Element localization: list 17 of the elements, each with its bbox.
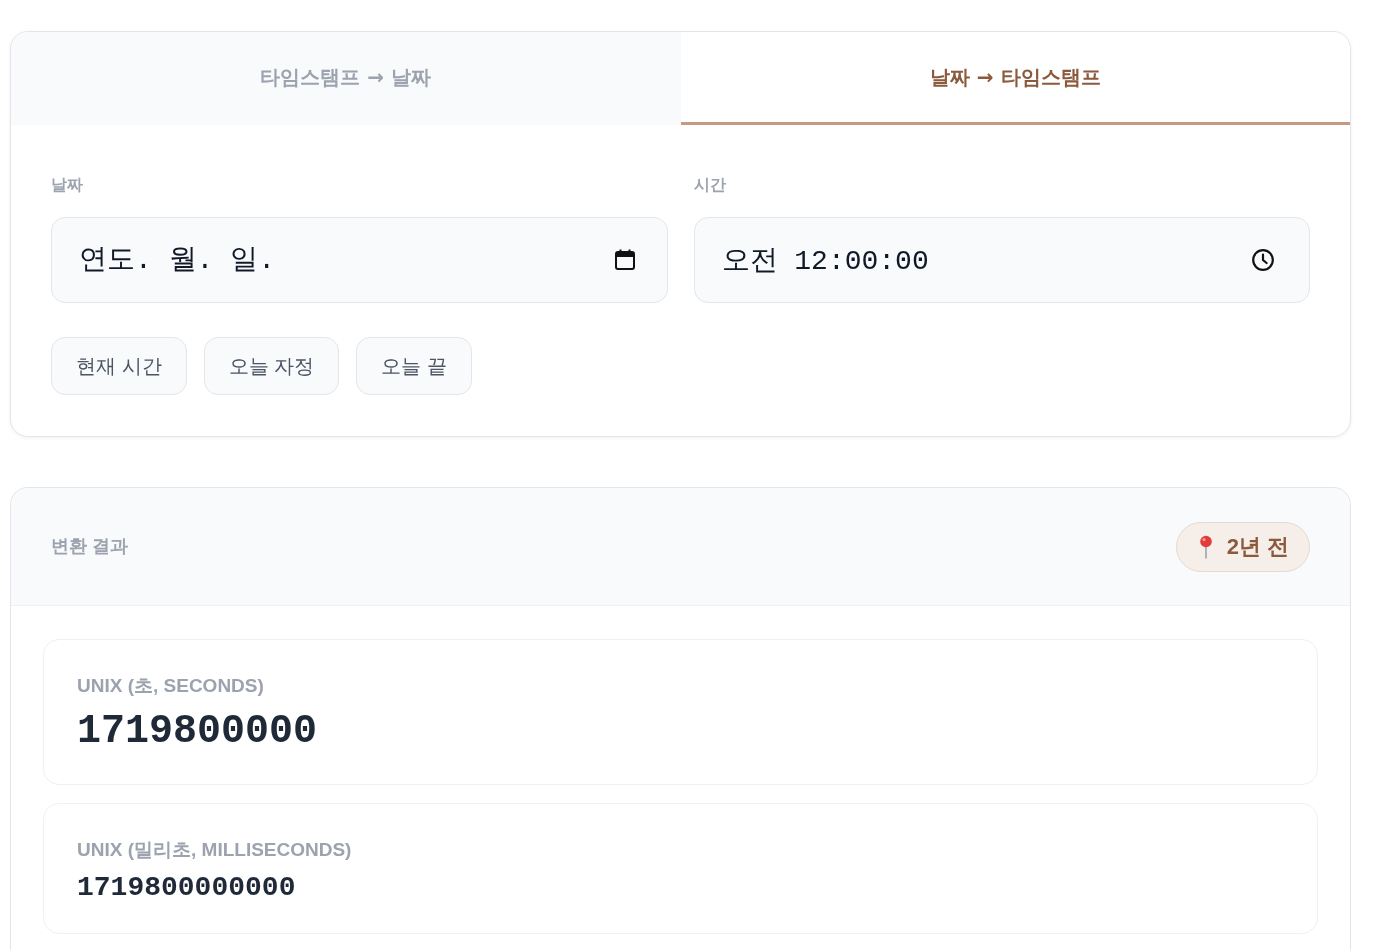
result-label: UNIX (초, SECONDS) [77, 674, 265, 698]
preset-button[interactable]: 현재 시간 [51, 337, 187, 395]
field-label: 시간 [693, 175, 727, 195]
result-value: 1719800000 [77, 708, 319, 756]
field-label: 날짜 [51, 175, 84, 195]
result-value: 1719800000000 [77, 871, 297, 905]
time-field[interactable]: 오전 12:00:00 [693, 217, 1310, 303]
preset-button[interactable]: 오늘 끝 [356, 337, 472, 395]
clock-icon[interactable] [1251, 248, 1275, 272]
date-field[interactable]: 연도. 월. 일. [51, 217, 668, 303]
section-title: 변환 결과 [51, 535, 128, 558]
preset-button[interactable]: 오늘 자정 [203, 337, 340, 395]
tab[interactable]: 날짜 → 타임스탬프 [680, 32, 1350, 125]
calendar-icon[interactable] [612, 248, 637, 272]
result-label: UNIX (밀리초, MILLISECONDS) [77, 838, 353, 862]
pin-icon [1198, 534, 1213, 559]
relative-time-badge: 2년 전 [1175, 521, 1310, 572]
